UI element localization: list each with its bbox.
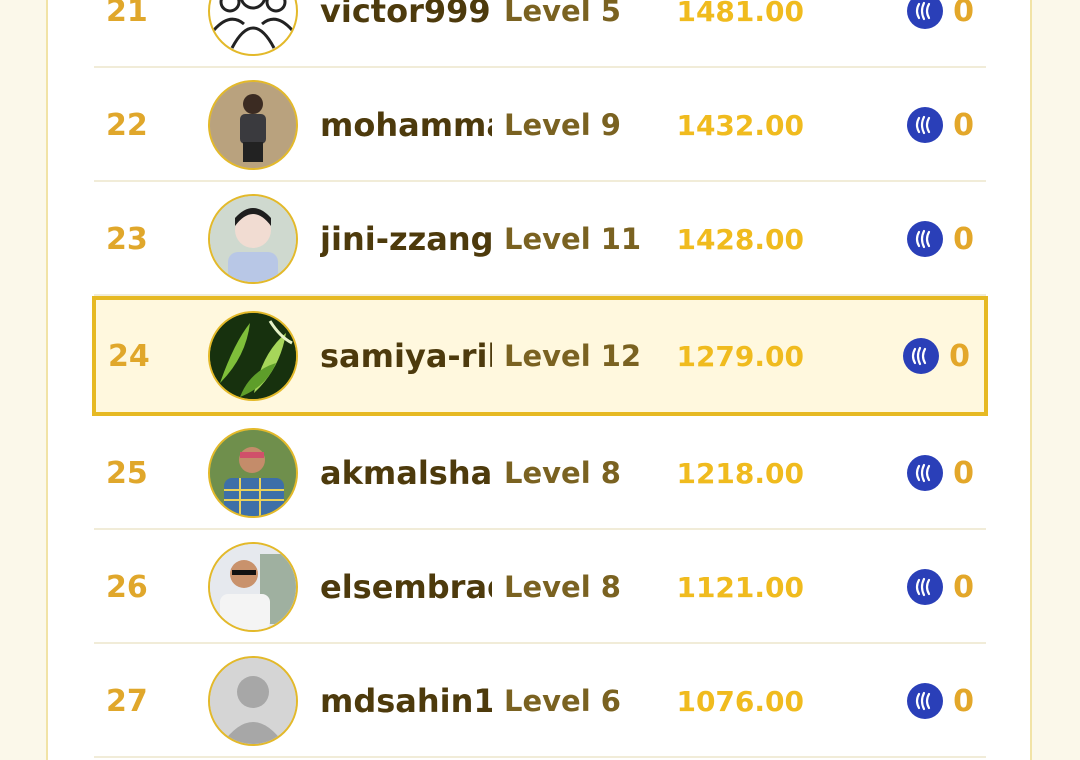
steem-coin-icon xyxy=(907,683,944,719)
user-avatar[interactable] xyxy=(208,542,298,632)
steem-coin-icon xyxy=(907,455,944,491)
score-value: 1432.00 xyxy=(676,108,804,142)
username[interactable]: samiya-rih xyxy=(320,300,492,412)
score-value: 1428.00 xyxy=(676,222,804,256)
reward: 0 xyxy=(907,0,974,66)
user-level: Level 9 xyxy=(504,108,621,142)
username[interactable]: victor999 xyxy=(320,0,492,66)
leaderboard-row-current-user[interactable]: 24 samiya-rih Level 12 1279.00 0 xyxy=(92,296,988,416)
score-value: 1076.00 xyxy=(676,684,804,718)
username[interactable]: akmalshak xyxy=(320,418,492,528)
score-value: 1481.00 xyxy=(676,0,804,28)
reward: 0 xyxy=(907,70,974,180)
steem-coin-icon xyxy=(907,107,944,143)
rank-number: 26 xyxy=(106,569,148,605)
reward: 0 xyxy=(903,300,970,412)
user-avatar[interactable] xyxy=(208,0,298,56)
user-level: Level 12 xyxy=(504,339,642,373)
rank-number: 24 xyxy=(108,338,150,374)
user-avatar[interactable] xyxy=(208,311,298,401)
leaderboard-row[interactable]: 23 jini-zzang Level 11 1428.00 0 xyxy=(94,184,986,296)
username[interactable]: elsembrad xyxy=(320,532,492,642)
user-level: Level 8 xyxy=(504,456,621,490)
rank-number: 25 xyxy=(106,455,148,491)
rank-number: 27 xyxy=(106,683,148,719)
score-value: 1218.00 xyxy=(676,456,804,490)
score-value: 1121.00 xyxy=(676,570,804,604)
user-avatar[interactable] xyxy=(208,194,298,284)
username[interactable]: mdsahin111 xyxy=(320,646,492,756)
leaderboard-row[interactable]: 25 akmalshak Level 8 1218.00 0 xyxy=(94,418,986,530)
user-avatar[interactable] xyxy=(208,428,298,518)
leaderboard-row[interactable]: 22 mohammad Level 9 1432.00 0 xyxy=(94,70,986,182)
user-level: Level 6 xyxy=(504,684,621,718)
username[interactable]: mohammad xyxy=(320,70,492,180)
reward: 0 xyxy=(907,532,974,642)
user-level: Level 8 xyxy=(504,570,621,604)
leaderboard-row[interactable]: 27 mdsahin111 Level 6 1076.00 0 xyxy=(94,646,986,758)
steem-coin-icon xyxy=(907,0,944,29)
username[interactable]: jini-zzang xyxy=(320,184,492,294)
reward: 0 xyxy=(907,646,974,756)
user-level: Level 11 xyxy=(504,222,642,256)
rank-number: 22 xyxy=(106,107,148,143)
steem-coin-icon xyxy=(907,569,944,605)
rank-number: 21 xyxy=(106,0,148,29)
user-avatar[interactable] xyxy=(208,80,298,170)
steem-coin-icon xyxy=(907,221,944,257)
reward: 0 xyxy=(907,418,974,528)
leaderboard-row[interactable]: 21 victor999 Level 5 1481.00 0 xyxy=(94,0,986,68)
steem-coin-icon xyxy=(903,338,940,374)
score-value: 1279.00 xyxy=(676,339,804,373)
reward: 0 xyxy=(907,184,974,294)
user-level: Level 5 xyxy=(504,0,621,28)
rank-number: 23 xyxy=(106,221,148,257)
leaderboard-row[interactable]: 26 elsembrad Level 8 1121.00 0 xyxy=(94,532,986,644)
user-avatar[interactable] xyxy=(208,656,298,746)
